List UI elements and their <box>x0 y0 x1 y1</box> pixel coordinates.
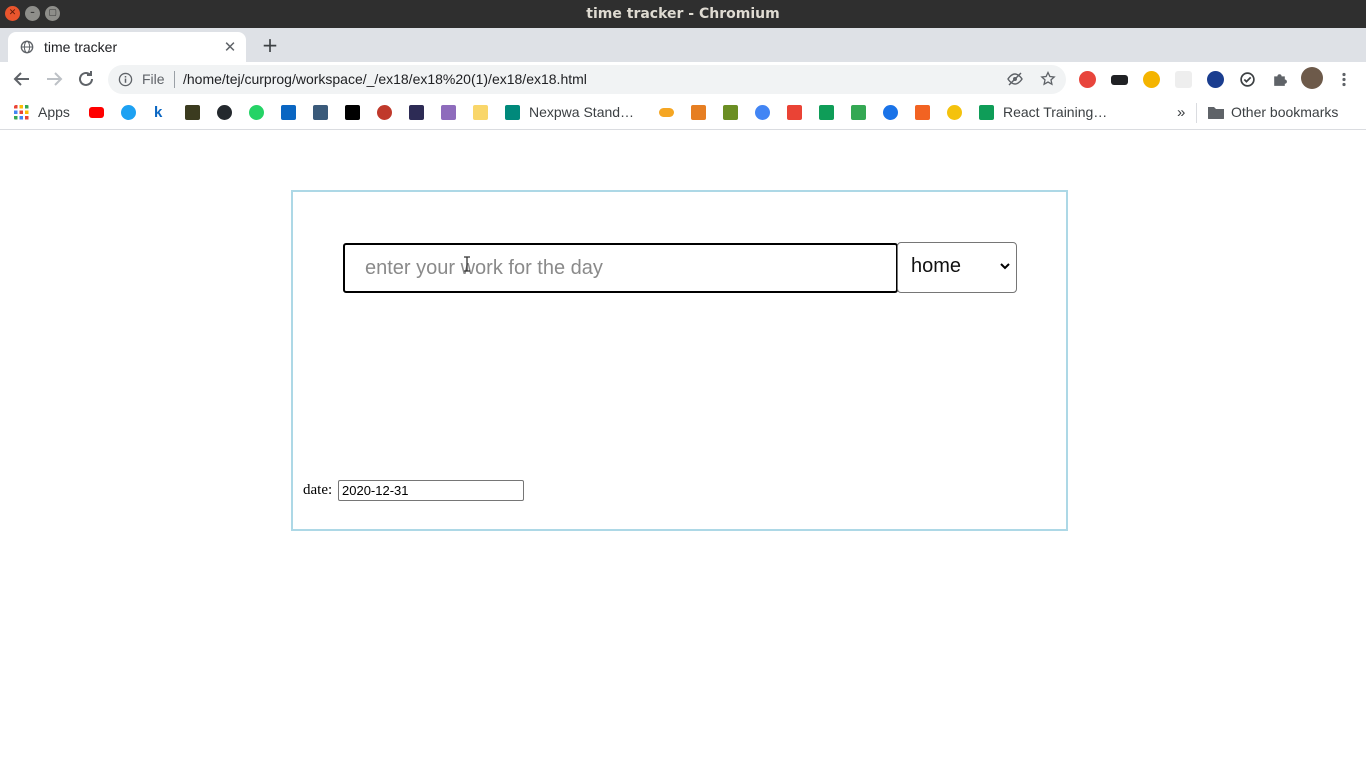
category-select-value: home <box>911 255 962 277</box>
reload-icon[interactable] <box>74 67 98 91</box>
bookmark-icon-25[interactable] <box>979 105 994 120</box>
puzzle-extensions-icon[interactable] <box>1271 71 1288 88</box>
github-icon[interactable] <box>217 105 232 120</box>
time-tracker-container: home date: 2020-12-31 <box>291 190 1068 531</box>
browser-toolbar: File /home/tej/curprog/workspace/_/ex18/… <box>0 62 1366 96</box>
window-titlebar: ✕ – ▢ time tracker - Chromium <box>0 0 1366 28</box>
tab-close-icon[interactable]: ✕ <box>222 39 238 55</box>
url-text[interactable]: /home/tej/curprog/workspace/_/ex18/ex18%… <box>183 71 587 87</box>
menu-kebab-icon[interactable] <box>1336 71 1352 88</box>
linkedin-icon[interactable] <box>281 105 296 120</box>
date-field-value: 2020-12-31 <box>342 483 409 498</box>
bookmark-icon-20[interactable] <box>819 105 834 120</box>
eye-off-icon[interactable] <box>1007 71 1023 87</box>
tab-time-tracker[interactable]: time tracker ✕ <box>8 32 246 62</box>
gmail-icon[interactable] <box>787 105 802 120</box>
bookmark-other-bookmarks[interactable]: Other bookmarks <box>1231 104 1338 120</box>
bookmark-icon-17[interactable] <box>723 105 738 120</box>
text-cursor-icon <box>464 256 470 272</box>
bookmarks-bar: Apps k Nexpwa Stand… React Training… » O… <box>0 96 1366 130</box>
extension-icon-5[interactable] <box>1207 71 1224 88</box>
bookmark-icon-10[interactable] <box>377 105 392 120</box>
window-title: time tracker - Chromium <box>586 6 780 22</box>
folder-icon <box>1208 107 1224 119</box>
bookmark-icon-4[interactable] <box>185 105 200 120</box>
bookmark-icon-9[interactable] <box>345 105 360 120</box>
bookmarks-overflow-button[interactable]: » <box>1177 104 1185 121</box>
tab-strip: time tracker ✕ + <box>0 28 1366 62</box>
bookmark-apps[interactable]: Apps <box>38 104 70 120</box>
bookmark-icon-24[interactable] <box>947 105 962 120</box>
bookmark-icon-18[interactable] <box>755 105 770 120</box>
chevron-down-icon <box>1000 263 1010 270</box>
bookmark-icon-12[interactable] <box>441 105 456 120</box>
extension-icon-1[interactable] <box>1079 71 1096 88</box>
sync-icon[interactable] <box>1239 71 1256 88</box>
bookmark-icon-13[interactable] <box>473 105 488 120</box>
meet-icon[interactable] <box>505 105 520 120</box>
bookmark-icon-16[interactable] <box>691 105 706 120</box>
new-tab-button[interactable]: + <box>259 35 281 57</box>
url-scheme-label: File <box>142 71 165 87</box>
globe-icon <box>20 40 34 54</box>
bookmark-nexpwa[interactable]: Nexpwa Stand… <box>529 104 634 120</box>
bookmarks-divider <box>1196 103 1197 123</box>
profile-avatar[interactable] <box>1301 67 1323 89</box>
url-separator <box>174 71 175 88</box>
date-label: date: <box>303 482 333 498</box>
twitter-icon[interactable] <box>121 105 136 120</box>
forward-arrow-icon[interactable] <box>42 67 66 91</box>
page-content: home date: 2020-12-31 <box>0 131 1366 768</box>
bookmark-star-icon[interactable] <box>1040 71 1056 87</box>
back-arrow-icon[interactable] <box>10 67 34 91</box>
linkedin-alt-icon[interactable] <box>313 105 328 120</box>
extension-icon-4[interactable] <box>1175 71 1192 88</box>
bookmark-icon-22[interactable] <box>883 105 898 120</box>
work-entry-input[interactable] <box>343 243 898 293</box>
hashnode-icon[interactable] <box>409 105 424 120</box>
bookmark-icon-15[interactable] <box>659 108 674 117</box>
tab-title: time tracker <box>44 39 118 55</box>
whatsapp-icon[interactable] <box>249 105 264 120</box>
youtube-icon[interactable] <box>89 107 104 118</box>
address-bar[interactable]: File /home/tej/curprog/workspace/_/ex18/… <box>108 65 1066 94</box>
apps-grid-icon[interactable] <box>14 105 29 120</box>
date-field[interactable]: 2020-12-31 <box>338 480 524 501</box>
info-icon[interactable] <box>118 72 133 87</box>
bookmark-icon-23[interactable] <box>915 105 930 120</box>
extension-icon-3[interactable] <box>1143 71 1160 88</box>
k-icon[interactable]: k <box>154 105 166 120</box>
bookmark-icon-21[interactable] <box>851 105 866 120</box>
bookmark-react-training[interactable]: React Training… <box>1003 104 1107 120</box>
keyboard-icon[interactable] <box>1111 75 1128 85</box>
